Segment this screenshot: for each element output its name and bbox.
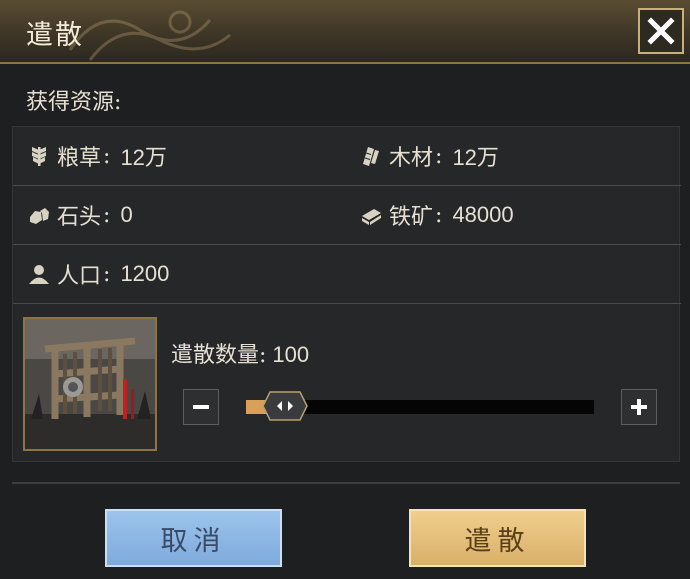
resource-value: 48000	[452, 202, 514, 227]
plus-icon	[631, 399, 647, 415]
resource-value: 12万	[452, 145, 499, 170]
resource-wood: 木材 : 12万	[359, 141, 499, 171]
resource-label: 石头	[57, 205, 102, 230]
row-divider	[13, 303, 681, 304]
resource-grain: 粮草 : 12万	[27, 141, 167, 171]
iron-ore-icon	[359, 203, 383, 227]
unit-portrait	[23, 317, 157, 451]
resource-stone: 石头 : 0	[27, 200, 133, 230]
decrease-button[interactable]	[183, 389, 219, 425]
population-icon	[27, 262, 51, 286]
resource-colon: :	[103, 202, 111, 228]
resource-colon: :	[103, 143, 111, 169]
quantity-label: 遣散数量:	[171, 343, 267, 368]
resource-value: 12万	[120, 145, 167, 170]
resource-label: 人口	[57, 264, 102, 289]
minus-icon	[193, 405, 209, 409]
dialog-title: 遣散	[26, 20, 84, 51]
grain-icon	[27, 144, 51, 168]
quantity-slider-thumb[interactable]	[262, 391, 308, 421]
row-divider	[13, 185, 681, 186]
title-ornament	[68, 10, 231, 61]
confirm-dismiss-button[interactable]: 遣散	[409, 509, 586, 567]
close-icon	[647, 17, 675, 45]
resource-value: 0	[120, 202, 133, 227]
resources-section-label: 获得资源:	[26, 90, 122, 115]
stone-icon	[27, 203, 51, 227]
siege-engine-image	[25, 319, 155, 449]
resource-value: 1200	[120, 261, 170, 286]
resource-label: 粮草	[57, 146, 102, 171]
row-divider	[13, 244, 681, 245]
resource-label: 铁矿	[389, 205, 434, 230]
dismiss-quantity: 遣散数量: 100	[171, 337, 309, 369]
resource-colon: :	[103, 261, 111, 287]
resource-label: 木材	[389, 146, 434, 171]
resource-colon: :	[435, 143, 443, 169]
footer-divider	[12, 482, 680, 484]
wood-icon	[359, 144, 383, 168]
slider-handle-icon	[262, 391, 308, 421]
close-button[interactable]	[638, 8, 684, 54]
cancel-button[interactable]: 取消	[105, 509, 282, 567]
resources-panel: 粮草 : 12万 木材 : 12万 石头: 0 铁矿: 48000 人口:…	[12, 126, 681, 462]
title-bar: 遣散	[0, 0, 690, 64]
increase-button[interactable]	[621, 389, 657, 425]
resource-population: 人口 : 1200	[27, 259, 169, 289]
resource-iron-ore: 铁矿 : 48000	[359, 200, 514, 230]
resource-colon: :	[435, 202, 443, 228]
quantity-value: 100	[272, 342, 310, 367]
